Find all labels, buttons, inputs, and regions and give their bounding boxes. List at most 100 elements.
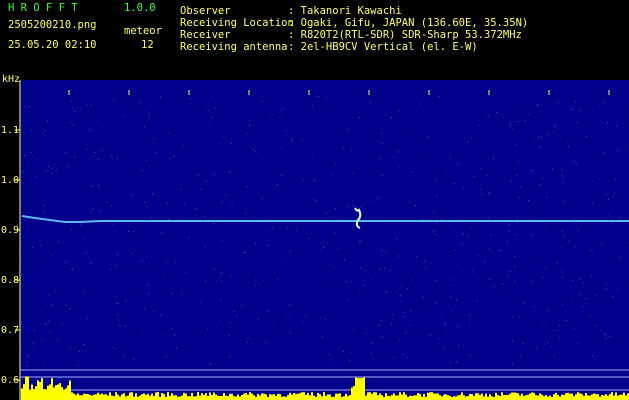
noise-speck — [539, 241, 540, 243]
noise-speck — [126, 184, 128, 186]
noise-speck — [419, 103, 421, 105]
noise-speck — [220, 299, 222, 301]
noise-speck — [196, 215, 198, 217]
level-bar — [295, 393, 297, 400]
noise-speck — [391, 117, 392, 119]
noise-speck — [131, 252, 133, 254]
level-bar — [433, 393, 435, 400]
noise-speck — [330, 359, 332, 361]
noise-speck — [320, 345, 322, 347]
noise-speck — [444, 347, 446, 349]
noise-speck — [479, 167, 481, 169]
level-bar — [369, 392, 371, 400]
noise-speck — [602, 161, 604, 163]
noise-speck — [253, 230, 255, 232]
noise-speck — [284, 202, 286, 204]
noise-speck — [263, 280, 264, 281]
level-bar — [381, 395, 383, 400]
noise-speck — [403, 249, 405, 251]
noise-speck — [204, 246, 206, 248]
noise-speck — [447, 296, 449, 298]
noise-speck — [330, 173, 332, 175]
level-bar — [243, 393, 245, 400]
noise-speck — [146, 206, 148, 208]
noise-speck — [410, 310, 412, 312]
noise-speck — [364, 275, 366, 277]
noise-speck — [332, 364, 333, 366]
noise-speck — [591, 180, 593, 181]
noise-speck — [37, 257, 39, 259]
noise-speck — [171, 328, 173, 330]
noise-speck — [545, 144, 547, 145]
level-bar — [227, 396, 229, 400]
level-bar — [77, 393, 79, 400]
level-bar — [79, 395, 81, 400]
noise-speck — [229, 171, 230, 173]
noise-speck — [183, 145, 185, 147]
level-bar — [309, 395, 311, 400]
level-bar — [547, 396, 549, 400]
noise-speck — [425, 306, 426, 308]
noise-speck — [55, 169, 57, 171]
noise-speck — [541, 136, 542, 138]
noise-speck — [259, 148, 261, 150]
level-bar — [545, 395, 547, 400]
level-bar — [223, 393, 225, 400]
level-bar — [541, 394, 543, 400]
noise-speck — [159, 301, 161, 302]
level-bar — [363, 377, 365, 400]
noise-speck — [116, 157, 118, 159]
noise-speck — [550, 215, 552, 217]
noise-speck — [608, 214, 609, 216]
level-bar — [231, 393, 233, 400]
noise-speck — [539, 137, 541, 139]
level-bar — [505, 394, 507, 400]
noise-speck — [31, 247, 33, 248]
noise-speck — [271, 229, 273, 231]
level-bar — [569, 393, 571, 400]
noise-speck — [523, 302, 524, 304]
noise-speck — [418, 161, 420, 163]
noise-speck — [48, 165, 49, 167]
noise-speck — [361, 285, 363, 287]
noise-speck — [232, 205, 233, 207]
noise-speck — [625, 115, 627, 117]
noise-speck — [174, 334, 176, 336]
noise-speck — [433, 230, 434, 232]
noise-speck — [205, 280, 207, 282]
level-bar — [117, 394, 119, 400]
noise-speck — [350, 281, 352, 283]
noise-speck — [244, 252, 246, 254]
noise-speck — [370, 102, 372, 104]
noise-speck — [102, 126, 104, 128]
noise-speck — [391, 324, 393, 325]
noise-speck — [276, 235, 278, 237]
level-bar — [409, 395, 411, 400]
noise-speck — [160, 314, 162, 316]
noise-speck — [519, 120, 521, 122]
noise-speck — [514, 255, 516, 257]
receiver-value: : R820T2(RTL-SDR) SDR-Sharp 53.372MHz — [288, 29, 522, 41]
noise-speck — [458, 137, 460, 138]
noise-speck — [463, 312, 465, 314]
noise-speck — [133, 358, 135, 360]
noise-speck — [305, 306, 307, 307]
noise-speck — [392, 314, 394, 315]
noise-speck — [553, 329, 555, 331]
noise-speck — [188, 181, 190, 183]
noise-speck — [446, 172, 448, 174]
noise-speck — [575, 327, 577, 329]
noise-speck — [47, 120, 48, 122]
noise-speck — [52, 172, 54, 174]
y-tick-label: 0.6 — [1, 375, 19, 386]
level-bar — [467, 396, 469, 400]
level-bar — [35, 386, 37, 400]
level-bar — [435, 393, 437, 400]
level-bar — [339, 393, 341, 400]
noise-speck — [68, 279, 70, 281]
noise-speck — [21, 322, 22, 324]
noise-speck — [337, 340, 339, 342]
noise-speck — [448, 304, 450, 306]
noise-speck — [562, 176, 564, 178]
noise-speck — [370, 125, 372, 127]
